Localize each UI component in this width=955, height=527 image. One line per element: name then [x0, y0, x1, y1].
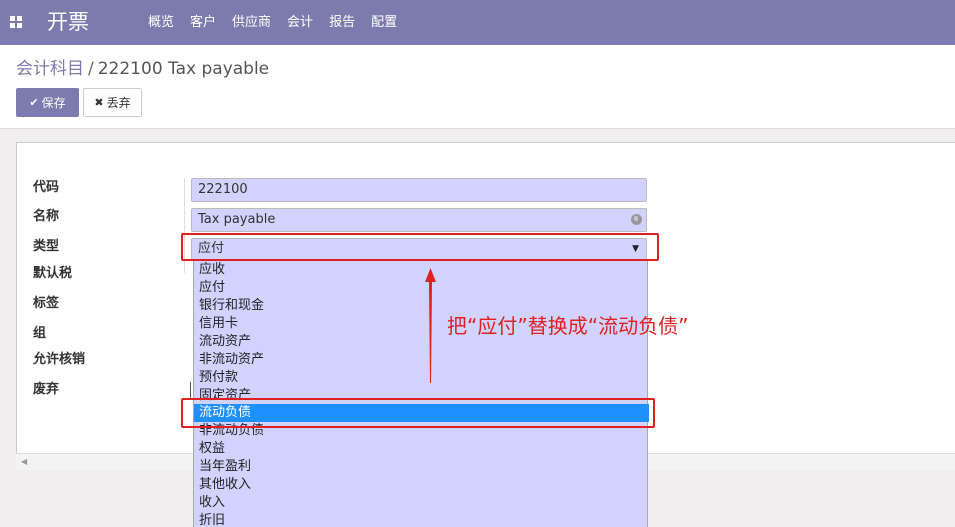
dropdown-option[interactable]: 预付款 — [194, 369, 649, 387]
name-field[interactable]: Tax payable — [191, 208, 647, 232]
times-icon: ✖ — [94, 96, 104, 109]
discard-button-label: 丢弃 — [106, 96, 131, 110]
menu-item-vendors[interactable]: 供应商 — [224, 0, 279, 45]
annotation-text: 把“应付”替换成“流动负债” — [447, 314, 689, 338]
dropdown-option[interactable]: 收入 — [194, 494, 649, 512]
breadcrumb-parent-link[interactable]: 会计科目 — [16, 59, 84, 79]
dropdown-option[interactable]: 应付 — [194, 279, 649, 297]
dropdown-option[interactable]: 当年盈利 — [194, 458, 649, 476]
menu-item-reports[interactable]: 报告 — [321, 0, 363, 45]
dropdown-option[interactable]: 折旧 — [194, 512, 649, 527]
control-panel: 会计科目/222100 Tax payable ✔ 保存 ✖ 丢弃 — [0, 45, 955, 129]
check-icon: ✔ — [29, 96, 39, 109]
grid-icon[interactable] — [10, 16, 22, 28]
code-field[interactable]: 222100 — [191, 178, 647, 202]
main-menu: 概览 客户 供应商 会计 报告 配置 — [140, 0, 405, 45]
app-title: 开票 — [47, 10, 89, 34]
save-button-label: 保存 — [41, 96, 66, 110]
discard-button[interactable]: ✖ 丢弃 — [83, 88, 142, 117]
label-tags: 标签 — [33, 296, 60, 311]
annotation-arrow-icon — [425, 268, 436, 383]
dropdown-option[interactable]: 非流动资产 — [194, 351, 649, 369]
type-dropdown-list: 应收 应付 银行和现金 信用卡 流动资产 非流动资产 预付款 固定资产 流动负债… — [193, 261, 649, 527]
dropdown-option[interactable]: 其他收入 — [194, 476, 649, 494]
label-code: 代码 — [33, 180, 60, 195]
annotation-box-target — [181, 398, 655, 428]
menu-item-accounting[interactable]: 会计 — [279, 0, 321, 45]
label-deprecated: 废弃 — [33, 382, 60, 397]
save-button[interactable]: ✔ 保存 — [16, 88, 79, 117]
menu-item-overview[interactable]: 概览 — [140, 0, 182, 45]
annotation-box-current — [181, 233, 659, 261]
breadcrumb-current: 222100 Tax payable — [97, 59, 270, 79]
menu-item-configuration[interactable]: 配置 — [363, 0, 405, 45]
top-navbar: 开票 概览 客户 供应商 会计 报告 配置 — [0, 0, 955, 45]
label-type: 类型 — [33, 239, 60, 254]
scroll-left-icon[interactable]: ◀ — [21, 457, 27, 466]
label-allow-reconcile: 允许核销 — [33, 352, 86, 367]
dropdown-option[interactable]: 权益 — [194, 440, 649, 458]
label-default-tax: 默认税 — [33, 266, 73, 281]
code-value: 222100 — [198, 182, 248, 197]
breadcrumb-separator: / — [88, 59, 94, 79]
globe-icon[interactable] — [631, 214, 642, 225]
name-value: Tax payable — [198, 212, 276, 227]
breadcrumb: 会计科目/222100 Tax payable — [16, 58, 269, 80]
dropdown-option[interactable]: 应收 — [194, 261, 649, 279]
menu-item-customers[interactable]: 客户 — [182, 0, 224, 45]
label-group: 组 — [33, 326, 47, 341]
label-name: 名称 — [33, 209, 60, 224]
